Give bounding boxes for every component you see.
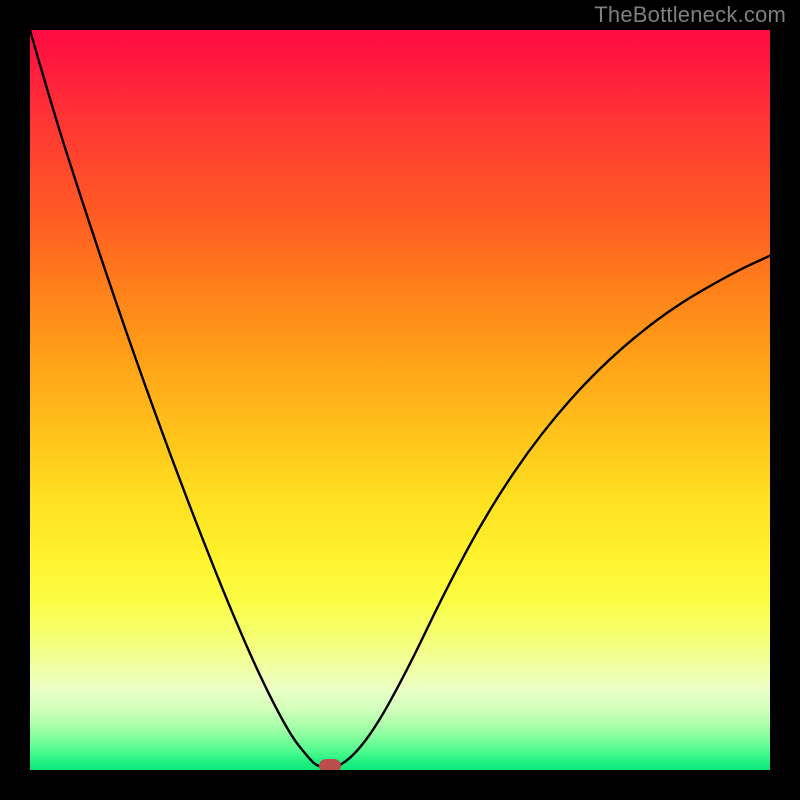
minimum-marker — [319, 759, 341, 770]
bottleneck-curve — [30, 30, 770, 770]
curve-path — [30, 30, 770, 768]
chart-frame: TheBottleneck.com — [0, 0, 800, 800]
plot-area — [30, 30, 770, 770]
watermark-text: TheBottleneck.com — [594, 2, 786, 28]
